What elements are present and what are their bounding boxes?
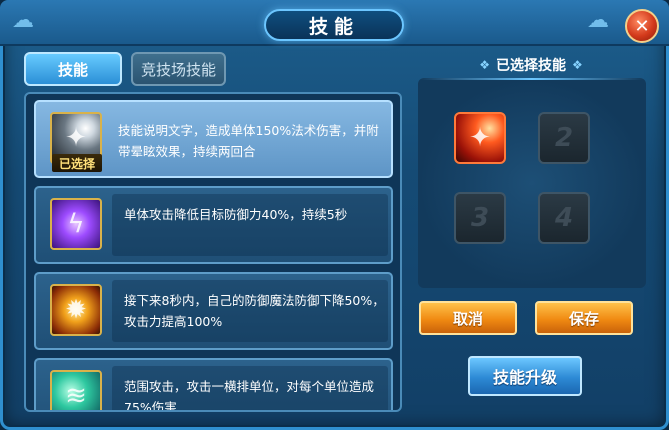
- cancel-button[interactable]: 取消: [419, 301, 517, 335]
- save-button[interactable]: 保存: [535, 301, 633, 335]
- skill-row[interactable]: ϟ 单体攻击降低目标防御力40%，持续5秒: [34, 186, 393, 264]
- tab-skills[interactable]: 技能: [24, 52, 122, 86]
- skill-row[interactable]: ✹ 接下来8秒内，自己的防御魔法防御下降50%，攻击力提高100%: [34, 272, 393, 350]
- skill-slot-4[interactable]: 4: [538, 192, 590, 244]
- lightning-icon: ϟ: [50, 198, 102, 250]
- wind-icon: ≋: [50, 370, 102, 410]
- skill-description: 单体攻击降低目标防御力40%，持续5秒: [124, 207, 348, 222]
- skill-description: 范围攻击，攻击一横排单位，对每个单位造成75%伤害: [124, 379, 375, 412]
- cloud-ornament-icon: ☁: [587, 8, 609, 33]
- skill-slot-2[interactable]: 2: [538, 112, 590, 164]
- slot-number: 4: [554, 203, 574, 233]
- upgrade-skill-button[interactable]: 技能升级: [468, 356, 582, 396]
- window-title: 技能: [264, 9, 404, 41]
- skill-slot-3[interactable]: 3: [454, 192, 506, 244]
- divider: [420, 78, 644, 80]
- ornament-icon: ❖: [572, 58, 583, 72]
- selected-badge: 已选择: [52, 154, 102, 172]
- selected-skills-header: ❖ 已选择技能 ❖: [436, 54, 626, 76]
- close-icon: ✕: [634, 15, 650, 37]
- selected-skills-title: 已选择技能: [496, 58, 566, 74]
- skill-list: ✦ 已选择 技能说明文字，造成单体150%法术伤害，并附带晕眩效果，持续两回合 …: [24, 92, 402, 412]
- slot-number: 2: [554, 123, 574, 153]
- burst-icon: ✹: [50, 284, 102, 336]
- skill-row[interactable]: ≋ 范围攻击，攻击一横排单位，对每个单位造成75%伤害: [34, 358, 393, 412]
- skill-description: 接下来8秒内，自己的防御魔法防御下降50%，攻击力提高100%: [124, 293, 385, 329]
- slot-number: 3: [470, 203, 490, 233]
- cloud-ornament-icon: ☁: [12, 8, 34, 33]
- skill-row[interactable]: ✦ 已选择 技能说明文字，造成单体150%法术伤害，并附带晕眩效果，持续两回合: [34, 100, 393, 178]
- tab-arena-skills[interactable]: 竞技场技能: [131, 52, 226, 86]
- ornament-icon: ❖: [479, 58, 490, 72]
- selected-skills-panel: [418, 78, 646, 288]
- skill-description: 技能说明文字，造成单体150%法术伤害，并附带晕眩效果，持续两回合: [118, 123, 379, 159]
- skill-slot-1[interactable]: ✦: [454, 112, 506, 164]
- meteor-icon: ✦: [469, 123, 491, 153]
- close-button[interactable]: ✕: [625, 9, 659, 43]
